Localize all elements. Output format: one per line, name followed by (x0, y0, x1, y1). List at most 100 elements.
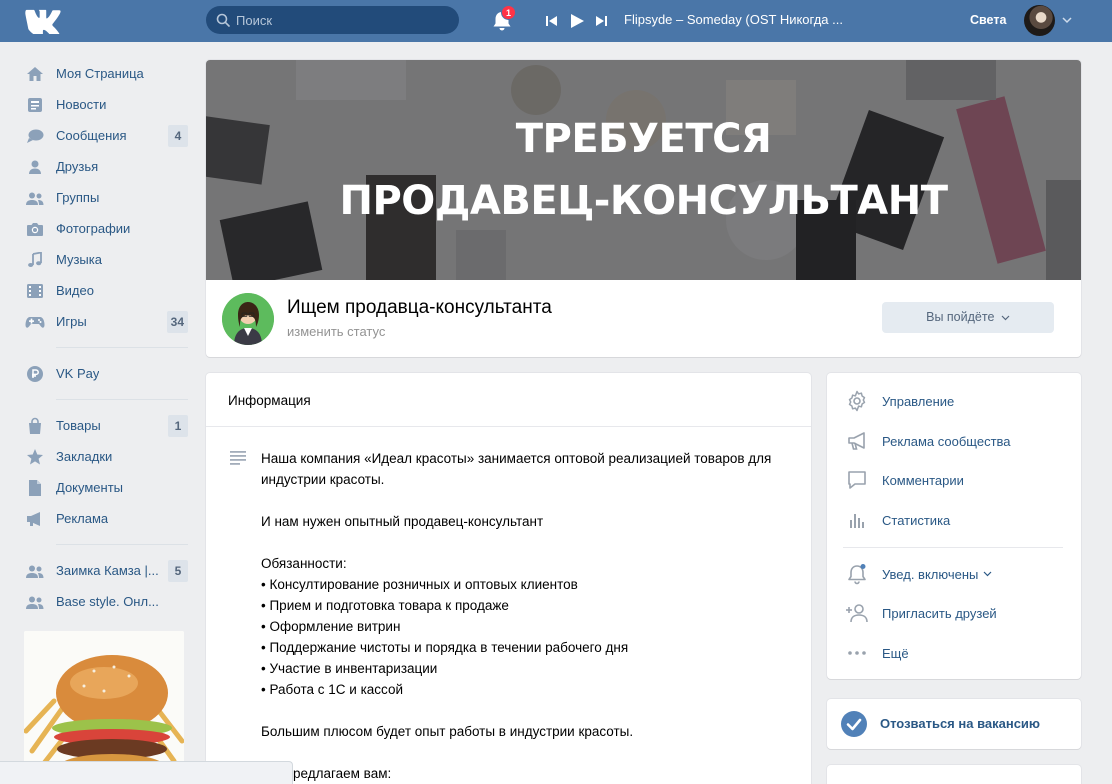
action-statistics[interactable]: Статистика (845, 508, 950, 532)
info-card: Информация Наша компания «Идеал красоты»… (206, 373, 811, 784)
next-sidebar-card (827, 765, 1081, 784)
sidebar-item-music[interactable]: Музыка (22, 244, 192, 275)
megaphone-icon (845, 429, 869, 453)
sidebar-item-friends[interactable]: Друзья (22, 151, 192, 182)
sidebar-item-photos[interactable]: Фотографии (22, 213, 192, 244)
previous-track-icon[interactable] (545, 12, 559, 30)
action-manage[interactable]: Управление (845, 389, 954, 413)
sidebar-item-label: Группы (56, 190, 100, 205)
action-label: Пригласить друзей (882, 605, 997, 621)
sidebar-item-label: Товары (56, 418, 101, 433)
play-icon[interactable] (569, 12, 585, 30)
edit-status-link[interactable]: изменить статус (287, 324, 385, 339)
sidebar-item-ads[interactable]: Реклама (22, 503, 192, 534)
vkpay-icon (24, 365, 46, 383)
sidebar-item-games[interactable]: Игры 34 (22, 306, 192, 337)
friends-icon (24, 158, 46, 176)
sidebar-item-vkpay[interactable]: VK Pay (22, 358, 192, 389)
cover-overlay (206, 60, 1081, 280)
bottom-chat-bar[interactable] (0, 761, 293, 784)
user-name[interactable]: Света (970, 13, 1006, 27)
camera-icon (24, 220, 46, 238)
add-user-icon (845, 601, 869, 625)
sidebar-item-label: Сообщения (56, 128, 127, 143)
action-comments[interactable]: Комментарии (845, 468, 964, 492)
sidebar-item-label: Моя Страница (56, 66, 144, 81)
games-count-badge: 34 (166, 311, 188, 333)
community-count-badge: 5 (168, 560, 188, 582)
video-icon (24, 282, 46, 300)
sidebar-item-label: Фотографии (56, 221, 131, 236)
sidebar-item-messages[interactable]: Сообщения 4 (22, 120, 192, 151)
top-header: 1 Flipsyde – Someday (OST Никогда ... Св… (0, 0, 1112, 42)
sidebar-item-label: Реклама (56, 511, 109, 526)
group-avatar[interactable] (222, 293, 274, 345)
chevron-down-icon[interactable] (1061, 15, 1073, 25)
left-sidebar: Моя Страница Новости Сообщения 4 Друзья … (22, 58, 192, 784)
going-dropdown-button[interactable]: Вы пойдёте (882, 302, 1054, 333)
action-notifications[interactable]: Увед. включены (845, 562, 992, 586)
action-invite-friends[interactable]: Пригласить друзей (845, 601, 997, 625)
sidebar-item-label: Музыка (56, 252, 102, 267)
group-description: Наша компания «Идеал красоты» занимается… (261, 451, 772, 781)
comment-icon (845, 468, 869, 492)
next-track-icon[interactable] (594, 12, 608, 30)
stats-bars-icon (845, 508, 869, 532)
sidebar-community-1[interactable]: Заимка Камза |... 5 (22, 555, 192, 586)
sidebar-divider (56, 544, 188, 545)
sidebar-item-video[interactable]: Видео (22, 275, 192, 306)
sidebar-item-groups[interactable]: Группы (22, 182, 192, 213)
sidebar-item-news[interactable]: Новости (22, 89, 192, 120)
action-label: Управление (882, 393, 955, 409)
description-lines-icon (230, 451, 246, 465)
action-community-ads[interactable]: Реклама сообщества (845, 429, 1011, 453)
search-icon (216, 13, 230, 27)
respond-vacancy-label: Отозваться на вакансию (880, 716, 1041, 731)
games-icon (24, 313, 46, 331)
sidebar-item-label: Base style. Онл... (56, 594, 159, 609)
search-box (206, 6, 459, 34)
action-label: Статистика (882, 512, 951, 528)
sidebar-item-my-page[interactable]: Моя Страница (22, 58, 192, 89)
action-label: Увед. включены (882, 566, 979, 582)
action-label: Реклама сообщества (882, 433, 1011, 449)
action-label: Комментарии (882, 472, 964, 488)
cover-subheadline: ПРОДАВЕЦ-КОНСУЛЬТАНТ (339, 178, 949, 224)
notifications-badge: 1 (501, 5, 516, 20)
respond-vacancy-card[interactable]: Отозваться на вакансию (827, 699, 1081, 749)
star-icon (24, 448, 46, 466)
sidebar-item-label: Друзья (56, 159, 99, 174)
sidebar-item-label: Заимка Камза |... (56, 563, 159, 578)
groups-icon (24, 189, 46, 207)
action-more[interactable]: Ещё (845, 641, 909, 665)
messages-icon (24, 127, 46, 145)
user-avatar[interactable] (1024, 5, 1055, 36)
info-divider (206, 426, 811, 427)
sidebar-item-label: Игры (56, 314, 87, 329)
sidebar-item-bookmarks[interactable]: Закладки (22, 441, 192, 472)
sidebar-divider (56, 399, 188, 400)
chevron-down-icon (1001, 315, 1010, 321)
group-cover: ТРЕБУЕТСЯ ПРОДАВЕЦ-КОНСУЛЬТАНТ (206, 60, 1081, 280)
groups-icon (24, 593, 46, 611)
cover-headline: ТРЕБУЕТСЯ (515, 116, 772, 162)
news-icon (24, 96, 46, 114)
music-icon (24, 251, 46, 269)
ads-icon (24, 510, 46, 528)
sidebar-item-documents[interactable]: Документы (22, 472, 192, 503)
search-input[interactable] (236, 6, 451, 34)
current-track-title[interactable]: Flipsyde – Someday (OST Никогда ... (624, 12, 859, 27)
document-icon (24, 479, 46, 497)
group-name: Ищем продавца-консультанта (287, 297, 552, 318)
sidebar-item-label: Документы (56, 480, 124, 495)
sidebar-community-2[interactable]: Base style. Онл... (22, 586, 192, 617)
sidebar-item-label: Новости (56, 97, 107, 112)
group-actions-card: Управление Реклама сообщества Комментари… (827, 373, 1081, 679)
vk-logo-icon[interactable] (24, 8, 62, 34)
gear-icon (845, 389, 869, 413)
going-button-label: Вы пойдёте (926, 310, 995, 324)
action-label: Ещё (882, 645, 909, 661)
sidebar-item-goods[interactable]: Товары 1 (22, 410, 192, 441)
info-title: Информация (228, 393, 311, 408)
chevron-down-icon (983, 571, 992, 577)
